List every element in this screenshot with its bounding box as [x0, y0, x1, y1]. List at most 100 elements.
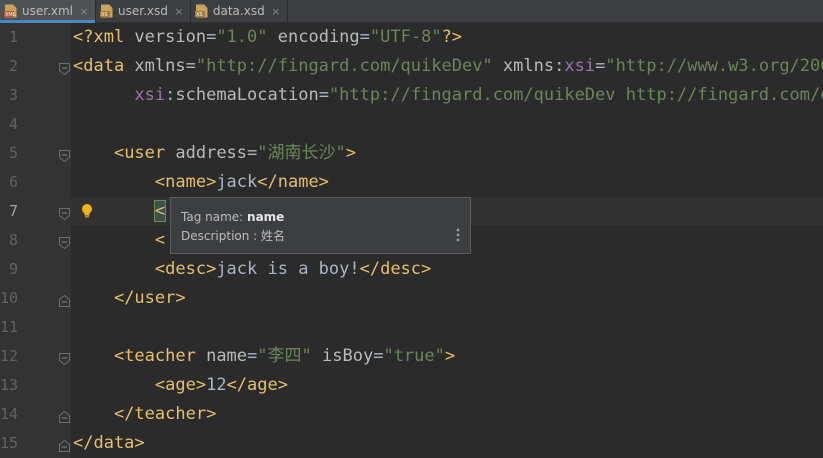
- gutter-line[interactable]: 2: [0, 52, 71, 81]
- fold-open-icon[interactable]: [59, 350, 70, 366]
- code-line-content: <name>jack</name>: [71, 172, 329, 192]
- tab-user-xsd[interactable]: XS user.xsd ×: [96, 0, 191, 22]
- gutter-line[interactable]: 15: [0, 429, 71, 458]
- editor-tab-bar: XML user.xml × XS user.xsd × XS data.xsd ×: [0, 0, 823, 23]
- tooltip-description-label: Description :: [181, 229, 262, 243]
- xml-file-icon: XML: [4, 4, 17, 18]
- token-tag: <name>: [154, 172, 217, 192]
- token-attr: xmlns: [134, 56, 186, 76]
- token-tag: </data>: [73, 433, 145, 453]
- gutter-line[interactable]: 12: [0, 342, 71, 371]
- token-tag: </name>: [257, 172, 329, 192]
- code-line[interactable]: [71, 313, 823, 342]
- token-text: =: [185, 56, 196, 76]
- tooltip-tag-row: Tag name: name: [181, 208, 460, 227]
- code-line-content: </data>: [71, 433, 145, 453]
- gutter-line[interactable]: 4: [0, 110, 71, 139]
- fold-close-icon[interactable]: [59, 408, 70, 423]
- gutter-line[interactable]: 9: [0, 255, 71, 284]
- fold-open-icon[interactable]: [59, 147, 70, 163]
- xsd-file-icon: XS: [100, 4, 113, 18]
- token-text: =: [247, 346, 258, 366]
- gutter-line[interactable]: 14: [0, 400, 71, 429]
- tab-user-xml[interactable]: XML user.xml ×: [0, 0, 97, 23]
- gutter-line[interactable]: 8: [0, 226, 71, 255]
- fold-open-icon[interactable]: [59, 234, 70, 250]
- tooltip-description-value: 姓名: [261, 229, 286, 243]
- code-line[interactable]: xsi:schemaLocation="http://fingard.com/q…: [71, 81, 823, 110]
- gutter-line[interactable]: 7: [0, 197, 71, 226]
- gutter-line[interactable]: 13: [0, 371, 71, 400]
- gutter-line[interactable]: 1: [0, 23, 71, 52]
- fold-open-icon[interactable]: [59, 60, 70, 76]
- code-line[interactable]: <teacher name="李四" isBoy="true">: [71, 342, 823, 371]
- tab-label: user.xml: [22, 4, 74, 18]
- token-caret: <: [153, 200, 167, 222]
- token-attr: xmlns: [502, 56, 555, 76]
- line-number: 9: [8, 260, 18, 278]
- tooltip-tag-value: name: [247, 210, 285, 224]
- token-tag: </age>: [226, 375, 288, 395]
- code-line[interactable]: <?xml version="1.0" encoding="UTF-8"?>: [71, 23, 823, 52]
- tooltip-description-row: Description : 姓名: [181, 227, 460, 246]
- token-val: "1.0": [216, 27, 268, 47]
- token-attr: encoding: [277, 27, 360, 47]
- code-line-content: <: [71, 230, 165, 250]
- line-number-gutter: 1 2 3 4 5 6 7 8 9 10 11 12 13 14 15: [0, 23, 71, 458]
- tab-data-xsd[interactable]: XS data.xsd ×: [191, 0, 288, 22]
- code-line[interactable]: <name>jack</name>: [71, 168, 823, 197]
- token-tag: >: [345, 143, 357, 163]
- close-icon[interactable]: ×: [79, 5, 89, 18]
- token-val: "http://fingard.com/quikeDev http://fing…: [328, 85, 823, 105]
- code-line[interactable]: <data xmlns="http://fingard.com/quikeDev…: [71, 52, 823, 81]
- token-text: =: [247, 143, 258, 163]
- line-number: 1: [8, 28, 18, 46]
- code-line[interactable]: [71, 110, 823, 139]
- code-line[interactable]: </user>: [71, 284, 823, 313]
- token-text: jack: [216, 172, 258, 192]
- line-number: 6: [8, 173, 18, 191]
- token-text: =: [206, 27, 217, 47]
- token-tag: </desc>: [359, 259, 432, 279]
- token-val: "http://fingard.com/quikeDev": [195, 56, 493, 76]
- token-tag: <data: [73, 56, 135, 76]
- line-number: 12: [0, 347, 19, 365]
- gutter-line[interactable]: 5: [0, 139, 71, 168]
- code-line[interactable]: <age>12</age>: [71, 371, 823, 400]
- gutter-line[interactable]: 3: [0, 81, 71, 110]
- fold-close-icon[interactable]: [59, 292, 70, 307]
- token-attr: version: [134, 27, 207, 47]
- token-text: 12: [206, 375, 227, 395]
- intention-lightbulb-icon[interactable]: [80, 203, 94, 219]
- svg-text:XML: XML: [5, 12, 16, 18]
- close-icon[interactable]: ×: [174, 5, 184, 18]
- token-tag: <desc>: [154, 259, 217, 279]
- fold-close-icon[interactable]: [59, 437, 70, 452]
- more-vertical-icon[interactable]: [456, 228, 460, 242]
- code-line[interactable]: </teacher>: [71, 400, 823, 429]
- gutter-line[interactable]: 11: [0, 313, 71, 342]
- gutter-line[interactable]: 10: [0, 284, 71, 313]
- token-attr: isBoy: [322, 346, 374, 366]
- code-line[interactable]: <user address="湖南长沙">: [71, 139, 823, 168]
- svg-text:XS: XS: [196, 12, 203, 18]
- fold-open-icon[interactable]: [59, 205, 70, 221]
- gutter-line[interactable]: 6: [0, 168, 71, 197]
- code-line-content: </teacher>: [71, 404, 216, 424]
- code-line[interactable]: <desc>jack is a boy!</desc>: [71, 255, 823, 284]
- code-line-content: xsi:schemaLocation="http://fingard.com/q…: [71, 85, 823, 105]
- code-line-content: [71, 317, 73, 337]
- token-tag: <: [154, 230, 166, 250]
- code-line[interactable]: </data>: [71, 429, 823, 458]
- close-icon[interactable]: ×: [271, 5, 281, 18]
- quick-documentation-popup: Tag name: name Description : 姓名: [170, 197, 471, 254]
- code-line-content: <?xml version="1.0" encoding="UTF-8"?>: [71, 27, 462, 47]
